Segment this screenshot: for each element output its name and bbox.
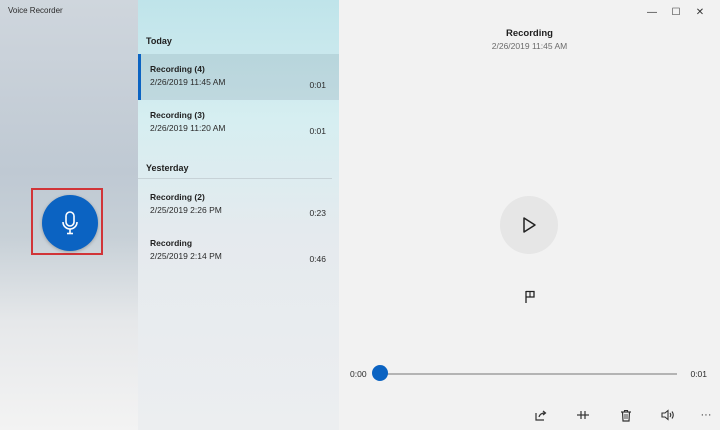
seek-thumb[interactable] xyxy=(372,365,388,381)
recording-date: 2/26/2019 11:45 AM xyxy=(150,77,226,87)
recording-item[interactable]: Recording (3) 2/26/2019 11:20 AM 0:01 xyxy=(138,100,339,146)
trim-icon xyxy=(577,411,589,419)
group-header-yesterday: Yesterday xyxy=(146,163,189,173)
recording-duration: 0:01 xyxy=(309,126,326,136)
window-controls: — ☐ ✕ xyxy=(640,4,712,20)
recording-name: Recording (4) xyxy=(150,64,205,74)
recordings-list: Today Recording (4) 2/26/2019 11:45 AM 0… xyxy=(138,0,339,430)
now-playing-date: 2/26/2019 11:45 AM xyxy=(491,41,568,51)
recording-duration: 0:01 xyxy=(309,80,326,90)
recording-name: Recording (3) xyxy=(150,110,205,120)
seek-track[interactable] xyxy=(380,373,677,375)
bottom-toolbar: ··· xyxy=(339,404,720,430)
total-time: 0:01 xyxy=(690,369,707,379)
recording-date: 2/25/2019 2:26 PM xyxy=(150,205,222,215)
left-pane: Voice Recorder xyxy=(0,0,138,430)
now-playing-title: Recording xyxy=(506,28,553,39)
recording-item[interactable]: Recording 2/25/2019 2:14 PM 0:46 xyxy=(138,228,339,274)
recording-date: 2/26/2019 11:20 AM xyxy=(150,123,226,133)
microphone-icon xyxy=(62,211,78,235)
play-button[interactable] xyxy=(500,196,558,254)
more-options-button[interactable]: ··· xyxy=(695,404,717,426)
recording-duration: 0:46 xyxy=(309,254,326,264)
record-button[interactable] xyxy=(42,195,98,251)
recording-item[interactable]: Recording (4) 2/26/2019 11:45 AM 0:01 xyxy=(138,54,339,100)
recording-date: 2/25/2019 2:14 PM xyxy=(150,251,222,261)
recording-item[interactable]: Recording (2) 2/25/2019 2:26 PM 0:23 xyxy=(138,182,339,228)
share-icon xyxy=(534,410,546,421)
divider xyxy=(138,178,332,179)
elapsed-time: 0:00 xyxy=(350,369,367,379)
recording-name: Recording (2) xyxy=(150,192,205,202)
record-highlight-frame xyxy=(31,188,103,255)
app-title: Voice Recorder xyxy=(8,6,63,15)
play-icon xyxy=(523,217,536,233)
close-button[interactable]: ✕ xyxy=(688,4,712,20)
speaker-button[interactable] xyxy=(657,404,679,426)
recording-duration: 0:23 xyxy=(309,208,326,218)
group-header-today: Today xyxy=(146,36,172,46)
trash-icon xyxy=(621,409,631,422)
maximize-button[interactable]: ☐ xyxy=(664,4,688,20)
speaker-icon xyxy=(661,409,674,421)
add-marker-button[interactable] xyxy=(521,288,539,306)
player-pane: — ☐ ✕ Recording 2/26/2019 11:45 AM 0:00 … xyxy=(339,0,720,430)
minimize-button[interactable]: — xyxy=(640,4,664,20)
trim-button[interactable] xyxy=(572,404,594,426)
flag-icon xyxy=(525,290,535,303)
share-button[interactable] xyxy=(529,404,551,426)
recording-name: Recording xyxy=(150,238,193,248)
delete-button[interactable] xyxy=(615,404,637,426)
